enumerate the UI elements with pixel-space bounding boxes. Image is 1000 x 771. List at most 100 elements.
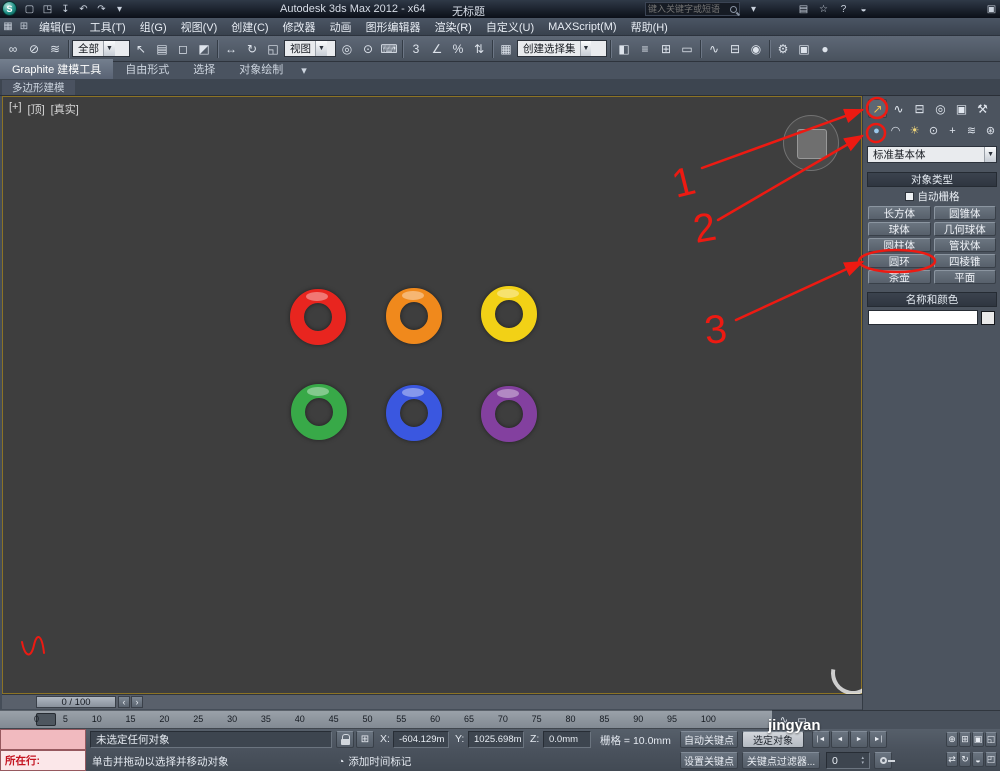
rendered-frame-window-icon[interactable]: ▣ [794,39,814,59]
rollout-name-color[interactable]: 名称和颜色 [867,292,997,307]
use-pivot-center-icon[interactable]: ◎ [337,39,357,59]
motion-tab-icon[interactable]: ◎ [931,99,950,118]
viewcube[interactable] [783,115,839,171]
tab-object-paint[interactable]: 对象绘制 [227,59,295,79]
tab-graphite-modeling[interactable]: Graphite 建模工具 [0,59,114,79]
obj-sphere-button[interactable]: 球体 [868,222,931,236]
maxscript-mini-listener[interactable] [0,729,86,750]
object-name-input[interactable] [868,310,978,325]
torus-green[interactable] [291,384,347,440]
next-frame-arrow-icon[interactable]: › [131,696,143,708]
zoom-extents-button[interactable]: ▣ [972,732,984,747]
maxscript-listener-line[interactable]: 所在行: [0,750,86,771]
zoom-all-button[interactable]: ⊞ [959,732,971,747]
key-mode-toggle[interactable] [874,752,895,769]
obj-plane-button[interactable]: 平面 [933,270,996,284]
window-crossing-toggle-icon[interactable]: ◩ [194,39,214,59]
named-selection-sets-dropdown[interactable]: 创建选择集 ▼ [517,40,607,57]
spacewarps-category-icon[interactable]: ≋ [963,122,980,139]
select-and-rotate-icon[interactable]: ↻ [242,39,262,59]
subtab-polygon-modeling[interactable]: 多边形建模 [2,79,75,95]
obj-box-button[interactable]: 长方体 [868,206,931,220]
torus-purple[interactable] [481,386,537,442]
ribbon-toggle-icon[interactable]: ▭ [677,39,697,59]
z-coord-field[interactable]: 0.0mm [543,731,591,748]
goto-end-button[interactable]: ►| [869,731,887,748]
key-filters-button[interactable]: 关键点过滤器... [742,752,820,769]
hierarchy-tab-icon[interactable]: ⊟ [910,99,929,118]
percent-snap-icon[interactable]: % [448,39,468,59]
geometry-category-icon[interactable]: ● [868,122,885,139]
obj-geosphere-button[interactable]: 几何球体 [933,222,996,236]
redo-icon[interactable]: ↷ [93,1,110,17]
set-key-button[interactable]: 设置关键点 [680,752,738,769]
obj-teapot-button[interactable]: 茶壶 [868,270,931,284]
select-by-name-icon[interactable]: ▤ [152,39,172,59]
select-and-manipulate-icon[interactable]: ⊙ [358,39,378,59]
menu-customize[interactable]: 自定义(U) [479,18,541,35]
select-object-icon[interactable]: ↖ [131,39,151,59]
cameras-category-icon[interactable]: ⊙ [925,122,942,139]
absolute-mode-toggle[interactable]: ⊞ [356,731,374,748]
viewport-pov-menu[interactable]: [顶] [28,101,45,117]
obj-pyramid-button[interactable]: 四棱锥 [933,254,996,268]
unlink-selection-icon[interactable]: ⊘ [24,39,44,59]
window-menu-icon[interactable]: ▣ [983,1,1000,17]
field-of-view-button[interactable]: ◒ [972,752,984,767]
mirror-icon[interactable]: ◧ [614,39,634,59]
snaps-toggle-icon[interactable]: 3 [406,39,426,59]
menu-create[interactable]: 创建(C) [224,18,275,35]
shapes-category-icon[interactable]: ◠ [887,122,904,139]
viewport-shading-menu[interactable]: [真实] [51,101,79,117]
helpers-category-icon[interactable]: + [944,122,961,139]
viewport-general-menu[interactable]: [+] [9,101,22,117]
track-bar[interactable]: 0 5 10 15 20 25 30 35 40 45 50 55 60 65 … [0,710,772,729]
torus-yellow[interactable] [481,286,537,342]
search-box[interactable] [645,2,740,16]
current-frame-field[interactable]: 0 ▴ ▾ [826,752,870,769]
ribbon-minimize-icon[interactable]: ▾ [295,62,313,79]
select-and-scale-icon[interactable]: ◱ [263,39,283,59]
favorites-icon[interactable]: ☆ [815,1,832,17]
time-slider-handle[interactable]: 0 / 100 [36,696,116,708]
torus-orange[interactable] [386,288,442,344]
prev-frame-arrow-icon[interactable]: ‹ [118,696,130,708]
selection-lock-toggle[interactable] [336,731,354,748]
frame-spinner[interactable]: ▴ ▾ [861,755,864,766]
lights-category-icon[interactable]: ☀ [906,122,923,139]
menu-edit[interactable]: 编辑(E) [32,18,83,35]
torus-blue[interactable] [386,385,442,441]
spinner-down-icon[interactable]: ▾ [861,760,864,766]
create-tab-icon[interactable]: ↗ [868,99,887,118]
bind-to-space-warp-icon[interactable]: ≋ [45,39,65,59]
spinner-snap-icon[interactable]: ⇅ [469,39,489,59]
keyboard-shortcut-override-icon[interactable]: ⌨ [379,39,399,59]
edit-named-selection-sets-icon[interactable]: ▦ [496,39,516,59]
autogrid-checkbox[interactable] [904,192,914,201]
object-color-swatch[interactable] [981,310,995,325]
menu-rendering[interactable]: 渲染(R) [428,18,479,35]
show-selection-range-icon[interactable]: ▭ [794,713,810,728]
tab-selection[interactable]: 选择 [181,59,227,79]
maximize-viewport-button[interactable]: ◰ [985,752,997,767]
menu-maxscript[interactable]: MAXScript(M) [541,18,623,35]
save-file-icon[interactable]: ↧ [57,1,74,17]
reference-coordinate-dropdown[interactable]: 视图 ▼ [284,40,336,57]
zoom-button[interactable]: ⊕ [946,732,958,747]
align-icon[interactable]: ≡ [635,39,655,59]
app-logo-icon[interactable]: S [2,1,17,16]
utilities-tab-icon[interactable]: ⚒ [973,99,992,118]
infocenter-icon[interactable]: ◒ [855,1,872,17]
schematic-view-icon[interactable]: ⊟ [725,39,745,59]
obj-cylinder-button[interactable]: 圆柱体 [868,238,931,252]
viewport[interactable]: [+] [顶] [真实] [2,96,884,704]
menu-help[interactable]: 帮助(H) [624,18,675,35]
zoom-region-button[interactable]: ◱ [985,732,997,747]
orbit-button[interactable]: ↻ [959,752,971,767]
obj-cone-button[interactable]: 圆锥体 [933,206,996,220]
render-setup-icon[interactable]: ⚙ [773,39,793,59]
systems-category-icon[interactable]: ⊛ [982,122,999,139]
open-file-icon[interactable]: ◳ [39,1,56,17]
new-scene-icon[interactable]: ▢ [21,1,38,17]
previous-frame-button[interactable]: ◄ [831,731,849,748]
